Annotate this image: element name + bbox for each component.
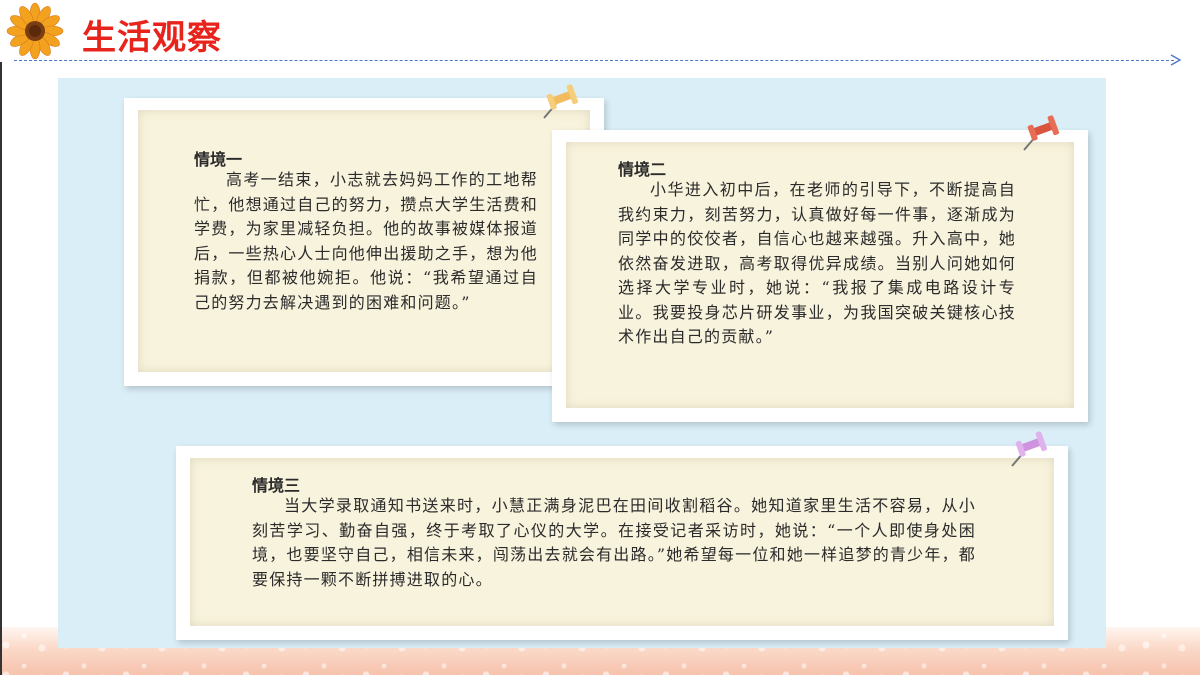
pushpin-icon [1023, 115, 1060, 151]
scenario-card-2: 情境二 小华进入初中后，在老师的引导下，不断提高自我约束力，刻苦努力，认真做好每… [552, 130, 1088, 422]
scenario-card-3: 情境三 当大学录取通知书送来时，小慧正满身泥巴在田间收割稻谷。她知道家里生活不容… [176, 446, 1068, 640]
sunflower-icon [6, 2, 64, 60]
page-title: 生活观察 [82, 18, 222, 58]
arrow-right-icon [1170, 54, 1182, 66]
scenario-title-3: 情境三 [252, 476, 301, 495]
content-panel: 情境一 高考一结束，小志就去妈妈工作的工地帮忙，他想通过自己的努力，攒点大学生活… [58, 78, 1106, 648]
left-frame-line [0, 62, 2, 675]
scenario-card-1: 情境一 高考一结束，小志就去妈妈工作的工地帮忙，他想通过自己的努力，攒点大学生活… [124, 98, 604, 386]
scenario-title-1: 情境一 [194, 150, 243, 169]
scenario-body-2: 小华进入初中后，在老师的引导下，不断提高自我约束力，刻苦努力，认真做好每一件事，… [618, 180, 1016, 346]
slide-header: 生活观察 [0, 0, 1200, 66]
header-divider [14, 60, 1174, 61]
scenario-title-2: 情境二 [618, 160, 667, 179]
scenario-body-1: 高考一结束，小志就去妈妈工作的工地帮忙，他想通过自己的努力，攒点大学生活费和学费… [194, 170, 539, 312]
pushpin-icon [1011, 431, 1048, 467]
scenario-body-3: 当大学录取通知书送来时，小慧正满身泥巴在田间收割稻谷。她知道家里生活不容易，从小… [252, 496, 976, 589]
pushpin-icon [543, 84, 579, 119]
